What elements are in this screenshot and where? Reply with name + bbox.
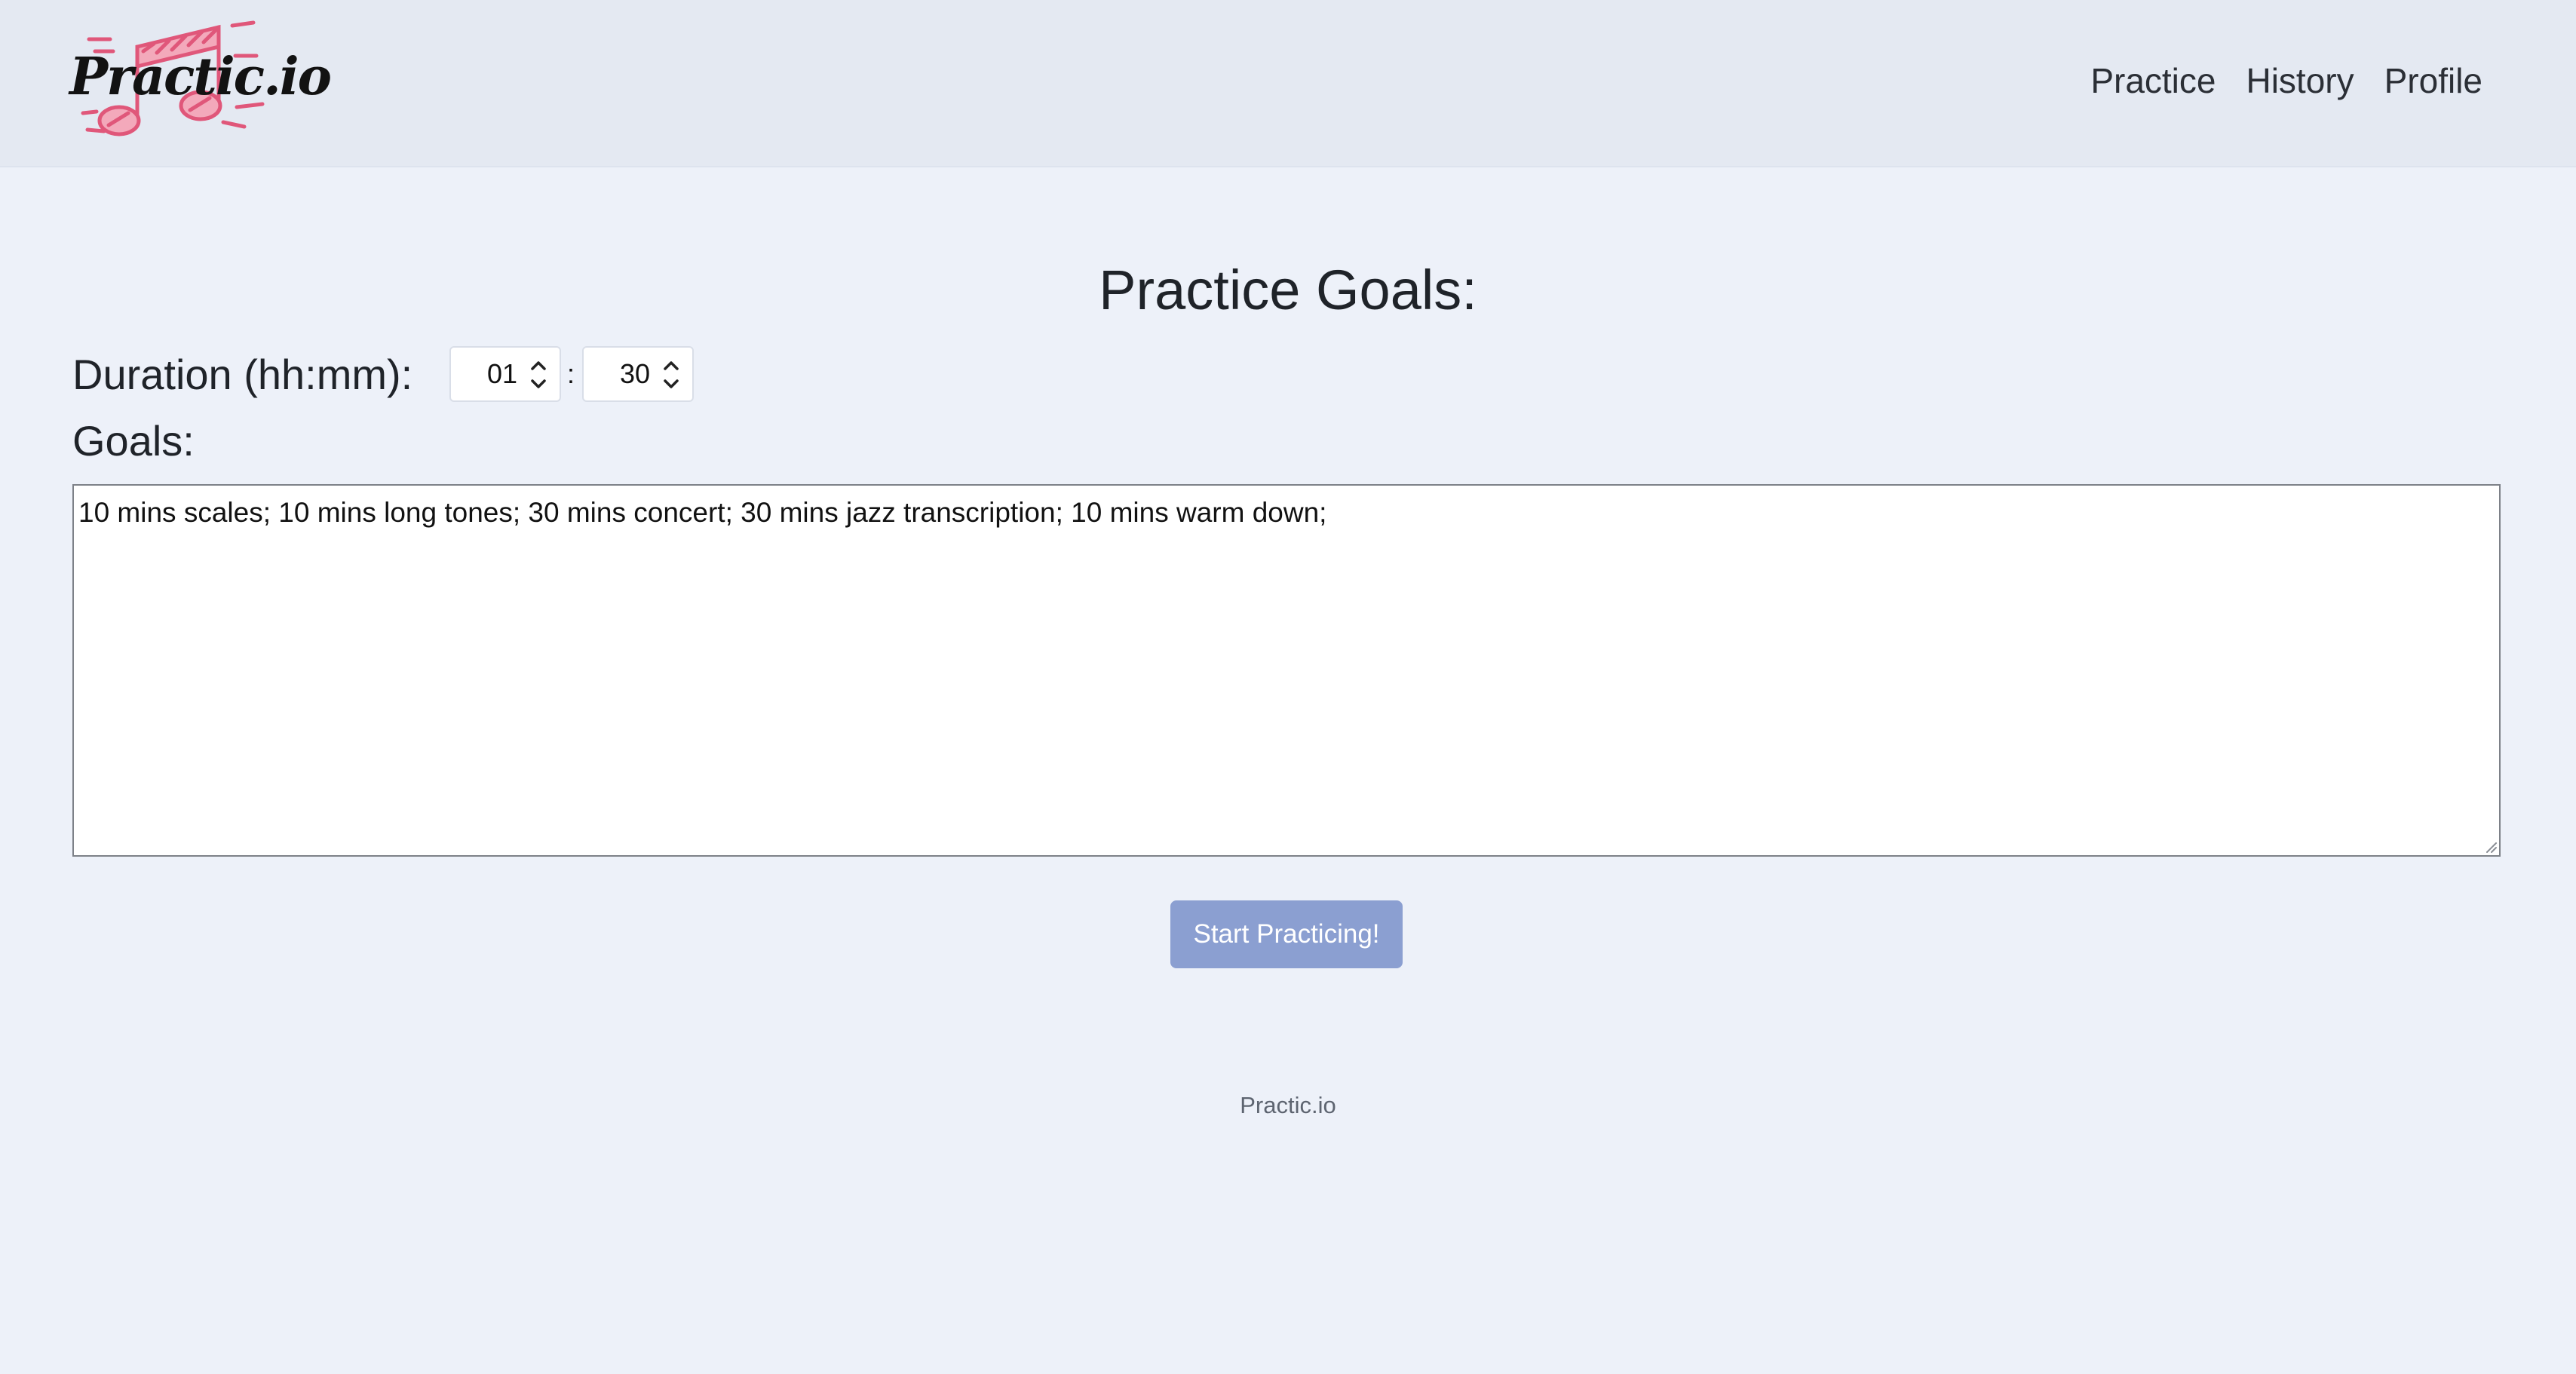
goals-text: 10 mins scales; 10 mins long tones; 30 m… [78, 497, 1327, 528]
footer-text: Practic.io [1240, 1092, 1336, 1118]
start-practicing-button[interactable]: Start Practicing! [1170, 900, 1403, 968]
goals-textarea[interactable]: 10 mins scales; 10 mins long tones; 30 m… [72, 484, 2501, 857]
hours-value: 01 [486, 358, 517, 389]
main-nav: Practice History Profile [2090, 60, 2482, 101]
duration-row: Duration (hh:mm): 01 : 30 [72, 344, 695, 404]
minutes-spinner-icon[interactable] [661, 354, 682, 396]
resize-grip-icon[interactable] [2482, 839, 2498, 854]
logo[interactable]: Practic.io [65, 17, 332, 137]
navbar: Practic.io Practice History Profile [0, 0, 2576, 167]
duration-label: Duration (hh:mm): [72, 350, 413, 398]
page-title: Practice Goals: [1099, 259, 1477, 321]
nav-profile-link[interactable]: Profile [2384, 60, 2482, 101]
nav-history-link[interactable]: History [2246, 60, 2354, 101]
minutes-input[interactable]: 30 [582, 346, 695, 402]
goals-label: Goals: [72, 417, 195, 465]
minutes-value: 30 [619, 358, 651, 389]
logo-text: Practic.io [69, 47, 332, 107]
hours-input[interactable]: 01 [449, 346, 561, 402]
hours-spinner-icon[interactable] [528, 354, 549, 396]
time-separator: : [567, 358, 575, 389]
nav-practice-link[interactable]: Practice [2090, 60, 2216, 101]
